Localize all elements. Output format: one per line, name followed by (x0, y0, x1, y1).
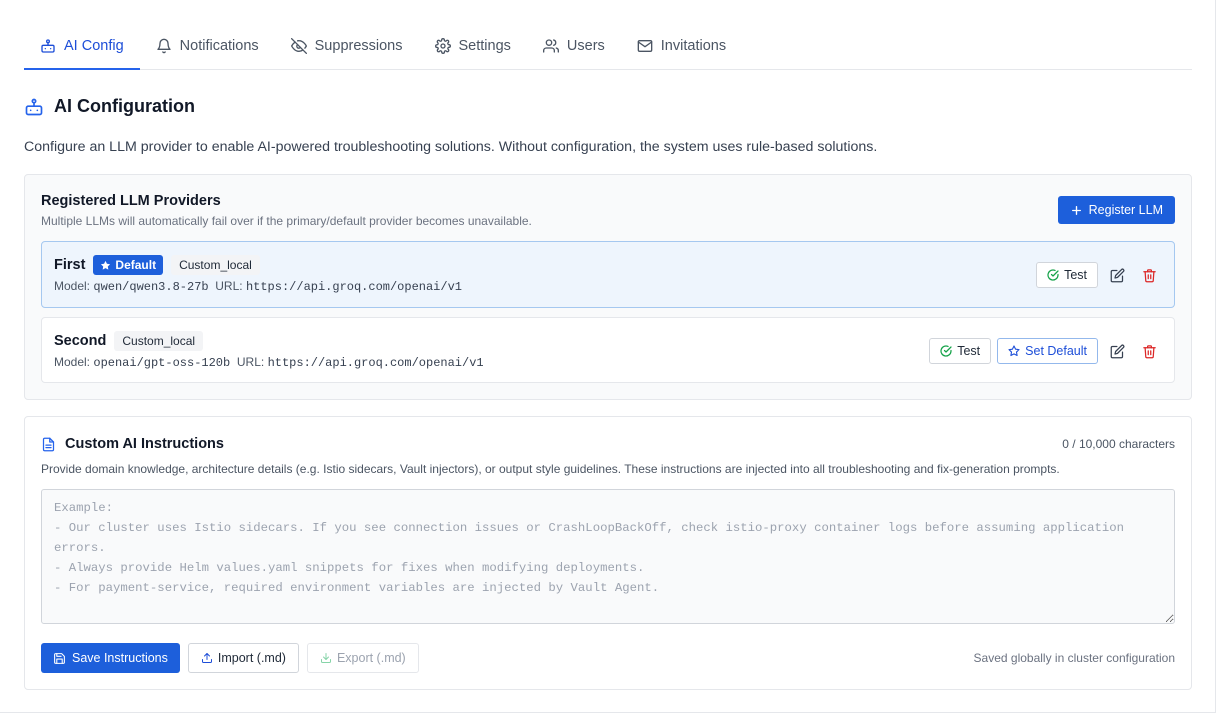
edit-icon (1110, 268, 1124, 282)
provider-model: openai/gpt-oss-120b (93, 356, 231, 370)
set-default-label: Set Default (1025, 344, 1087, 358)
star-icon (101, 260, 111, 270)
trash-icon (1142, 268, 1156, 282)
file-text-icon (42, 437, 55, 451)
bell-icon (156, 38, 171, 53)
model-label: Model: (54, 279, 91, 293)
save-instructions-button[interactable]: Save Instructions (41, 643, 180, 673)
app-frame: AI Config Notifications Suppressions Set… (0, 0, 1216, 713)
edit-provider-button[interactable] (1104, 262, 1130, 288)
instructions-title-text: Custom AI Instructions (65, 436, 224, 452)
tab-notifications[interactable]: Notifications (140, 22, 275, 69)
url-label: URL: (236, 355, 265, 369)
users-icon (542, 38, 559, 53)
check-circle-icon (940, 345, 952, 357)
tab-invitations[interactable]: Invitations (621, 22, 742, 69)
star-outline-icon (1008, 345, 1020, 357)
instructions-description: Provide domain knowledge, architecture d… (41, 462, 1060, 476)
tab-label: Settings (458, 37, 511, 54)
instructions-actions: Save Instructions Import (.md) Export (.… (41, 643, 419, 673)
tab-label: Suppressions (314, 37, 403, 54)
model-label: Model: (54, 355, 91, 369)
download-icon (320, 653, 331, 663)
set-default-button[interactable]: Set Default (997, 338, 1098, 364)
test-label: Test (1064, 268, 1087, 282)
provider-type-badge: Custom_local (114, 331, 204, 351)
provider-card-second: Second Custom_local Model: openai/gpt-os… (41, 317, 1175, 383)
save-icon (54, 652, 65, 664)
tab-suppressions[interactable]: Suppressions (275, 22, 419, 69)
register-llm-button[interactable]: Register LLM (1057, 196, 1175, 224)
tab-settings[interactable]: Settings (419, 22, 527, 69)
url-label: URL: (215, 279, 243, 293)
delete-provider-button[interactable] (1136, 338, 1162, 364)
page-title: AI Configuration (24, 96, 195, 117)
plus-icon (1071, 205, 1081, 215)
provider-header: First Default Custom_local (54, 255, 260, 275)
gear-icon (434, 37, 451, 54)
robot-icon (25, 98, 43, 115)
provider-url: https://api.groq.com/openai/v1 (267, 356, 484, 370)
providers-subtitle: Multiple LLMs will automatically fail ov… (41, 214, 532, 228)
register-llm-label: Register LLM (1088, 203, 1163, 217)
export-label: Export (.md) (336, 651, 406, 665)
test-provider-button[interactable]: Test (1036, 262, 1098, 288)
tab-label: Invitations (660, 37, 727, 54)
tab-users[interactable]: Users (527, 22, 621, 69)
delete-provider-button[interactable] (1136, 262, 1162, 288)
saved-note: Saved globally in cluster configuration (973, 651, 1175, 665)
provider-model: qwen/qwen3.8-27b (93, 280, 209, 294)
instructions-textarea[interactable] (41, 489, 1175, 624)
provider-url: https://api.groq.com/openai/v1 (245, 280, 462, 294)
eye-off-icon (290, 37, 307, 54)
settings-tabs: AI Config Notifications Suppressions Set… (24, 22, 1192, 70)
provider-header: Second Custom_local (54, 331, 204, 351)
tab-label: Users (566, 37, 605, 54)
test-label: Test (957, 344, 981, 358)
default-badge: Default (93, 255, 164, 275)
provider-type-badge: Custom_local (171, 255, 260, 275)
upload-icon (201, 653, 212, 663)
edit-icon (1110, 344, 1124, 358)
import-md-button[interactable]: Import (.md) (187, 643, 299, 673)
check-circle-icon (1047, 269, 1059, 281)
provider-card-first: First Default Custom_local Model: qwen/q… (41, 241, 1175, 308)
provider-actions: Test Set Default (929, 338, 1162, 364)
custom-instructions-panel: Custom AI Instructions 0 / 10,000 charac… (24, 416, 1192, 690)
mail-icon (637, 39, 653, 52)
instructions-title: Custom AI Instructions (41, 436, 224, 452)
export-md-button[interactable]: Export (.md) (306, 643, 419, 673)
character-count: 0 / 10,000 characters (1062, 437, 1175, 451)
provider-actions: Test (1036, 262, 1162, 288)
tab-label: AI Config (64, 37, 124, 54)
import-label: Import (.md) (217, 651, 286, 665)
test-provider-button[interactable]: Test (929, 338, 992, 364)
provider-name: First (54, 257, 86, 273)
page-intro: Configure an LLM provider to enable AI-p… (24, 139, 878, 155)
provider-meta: Model: qwen/qwen3.8-27b URL: https://api… (54, 279, 462, 294)
tab-label: Notifications (179, 37, 259, 54)
default-badge-label: Default (115, 258, 157, 272)
robot-icon (41, 38, 55, 53)
page-heading: AI Configuration (54, 96, 195, 116)
save-instructions-label: Save Instructions (72, 651, 168, 665)
provider-meta: Model: openai/gpt-oss-120b URL: https://… (54, 355, 484, 370)
llm-providers-panel: Registered LLM Providers Multiple LLMs w… (24, 174, 1192, 400)
provider-name: Second (54, 333, 107, 349)
tab-ai-config[interactable]: AI Config (24, 22, 140, 70)
edit-provider-button[interactable] (1104, 338, 1130, 364)
providers-title: Registered LLM Providers (41, 193, 221, 209)
trash-icon (1142, 344, 1156, 358)
